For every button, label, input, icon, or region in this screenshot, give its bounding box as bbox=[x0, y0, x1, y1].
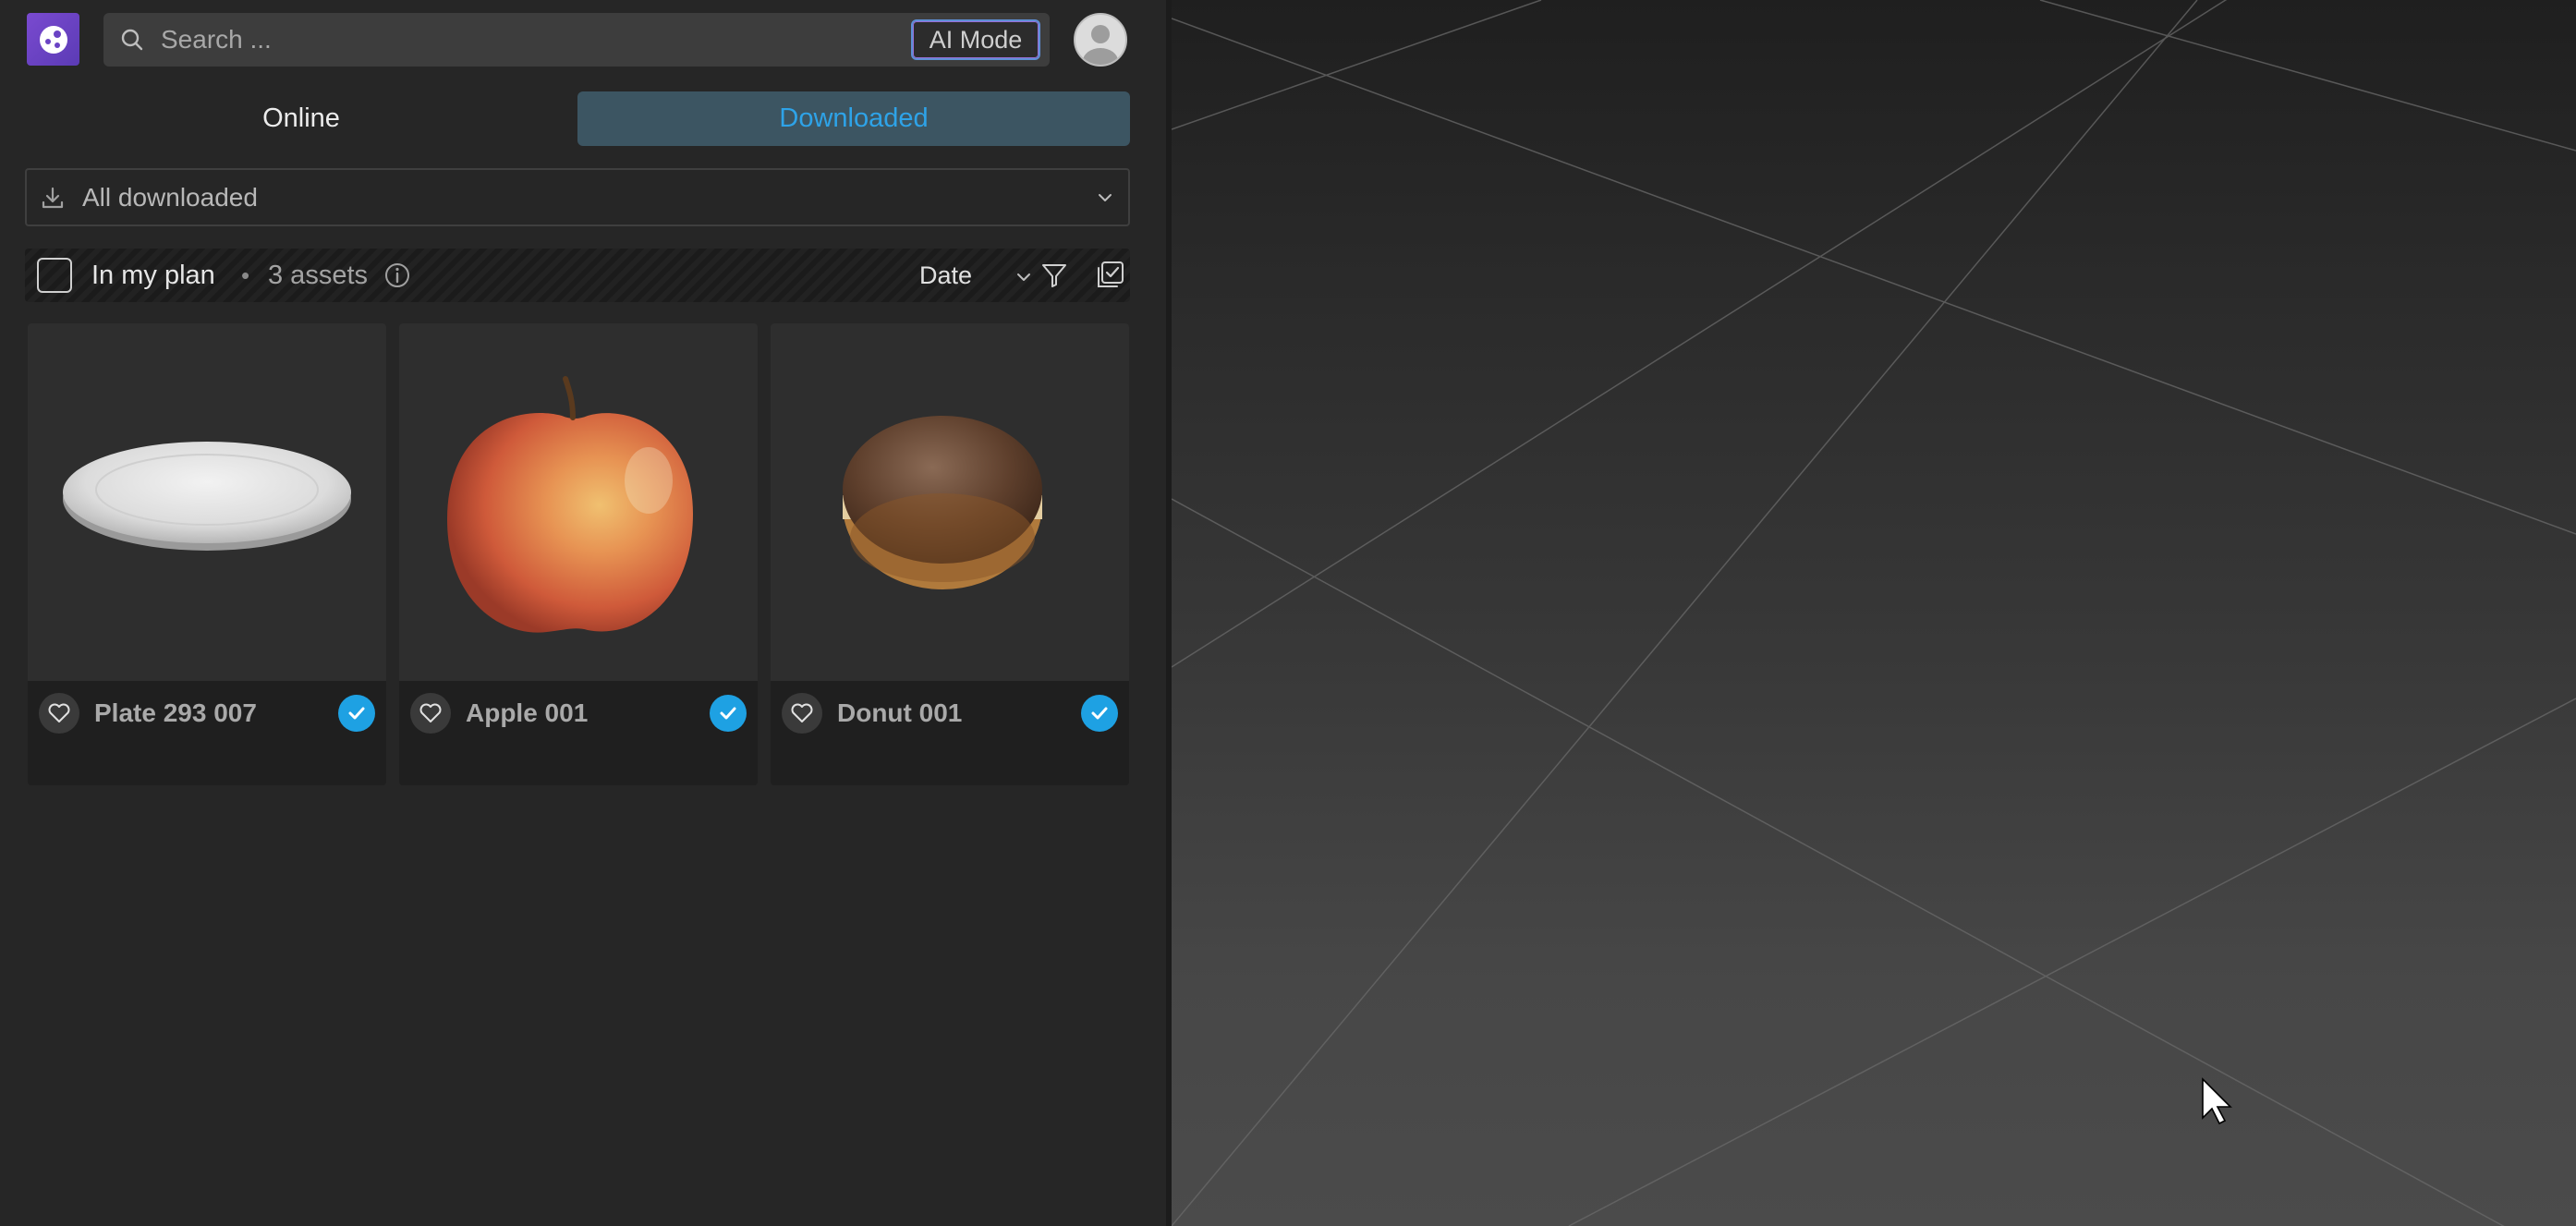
filter-icon[interactable] bbox=[1039, 261, 1069, 290]
3d-viewport[interactable] bbox=[1172, 0, 2576, 1226]
asset-thumbnail-donut[interactable] bbox=[771, 323, 1129, 681]
ground-grid bbox=[1172, 0, 2576, 1226]
search-icon bbox=[121, 29, 143, 51]
filter-bar: In my plan • 3 assets Date bbox=[25, 249, 1130, 302]
asset-card[interactable]: Plate 293 007 bbox=[28, 323, 386, 785]
heart-icon bbox=[48, 703, 70, 722]
asset-name: Apple 001 bbox=[466, 698, 589, 727]
select-all-icon[interactable] bbox=[1094, 260, 1125, 291]
checkmark-icon bbox=[720, 707, 736, 720]
sort-dropdown[interactable]: Date bbox=[919, 249, 972, 302]
heart-icon bbox=[791, 703, 813, 722]
chevron-down-icon[interactable] bbox=[1014, 267, 1034, 287]
favorite-button[interactable] bbox=[39, 693, 79, 734]
favorite-button[interactable] bbox=[410, 693, 451, 734]
asset-card[interactable]: Donut 001 bbox=[771, 323, 1129, 785]
heart-icon bbox=[419, 703, 442, 722]
separator-dot: • bbox=[241, 261, 250, 289]
mouse-cursor-icon bbox=[2202, 1077, 2232, 1125]
chevron-down-icon bbox=[1099, 194, 1112, 201]
downloaded-badge bbox=[710, 695, 747, 732]
asset-name: Plate 293 007 bbox=[94, 698, 257, 727]
tab-downloaded[interactable]: Downloaded bbox=[577, 91, 1130, 146]
tab-online[interactable]: Online bbox=[26, 91, 577, 146]
download-icon bbox=[42, 187, 64, 209]
search-bar: AI Mode bbox=[103, 13, 1050, 67]
downloaded-badge bbox=[1081, 695, 1118, 732]
ai-mode-button[interactable]: AI Mode bbox=[911, 19, 1040, 60]
user-avatar[interactable] bbox=[1074, 13, 1127, 67]
downloaded-badge bbox=[338, 695, 375, 732]
asset-browser-panel: AI Mode Online Downloaded All downloaded… bbox=[0, 0, 1166, 1226]
dropdown-selected-value: All downloaded bbox=[82, 183, 258, 212]
palette-icon bbox=[39, 25, 67, 54]
info-icon[interactable] bbox=[383, 261, 411, 289]
app-logo[interactable] bbox=[27, 13, 79, 66]
download-filter-dropdown[interactable]: All downloaded bbox=[25, 168, 1130, 226]
search-input[interactable] bbox=[161, 13, 808, 67]
user-icon bbox=[1083, 25, 1118, 65]
checkmark-icon bbox=[348, 707, 365, 720]
in-my-plan-checkbox[interactable] bbox=[37, 258, 72, 293]
favorite-button[interactable] bbox=[782, 693, 822, 734]
asset-thumbnail-plate[interactable] bbox=[28, 323, 386, 681]
in-my-plan-label: In my plan bbox=[91, 261, 215, 290]
asset-count: 3 assets bbox=[268, 261, 368, 290]
checkmark-icon bbox=[1091, 707, 1108, 720]
asset-card[interactable]: Apple 001 bbox=[399, 323, 758, 785]
asset-thumbnail-apple[interactable] bbox=[399, 323, 758, 681]
asset-name: Donut 001 bbox=[837, 698, 963, 727]
